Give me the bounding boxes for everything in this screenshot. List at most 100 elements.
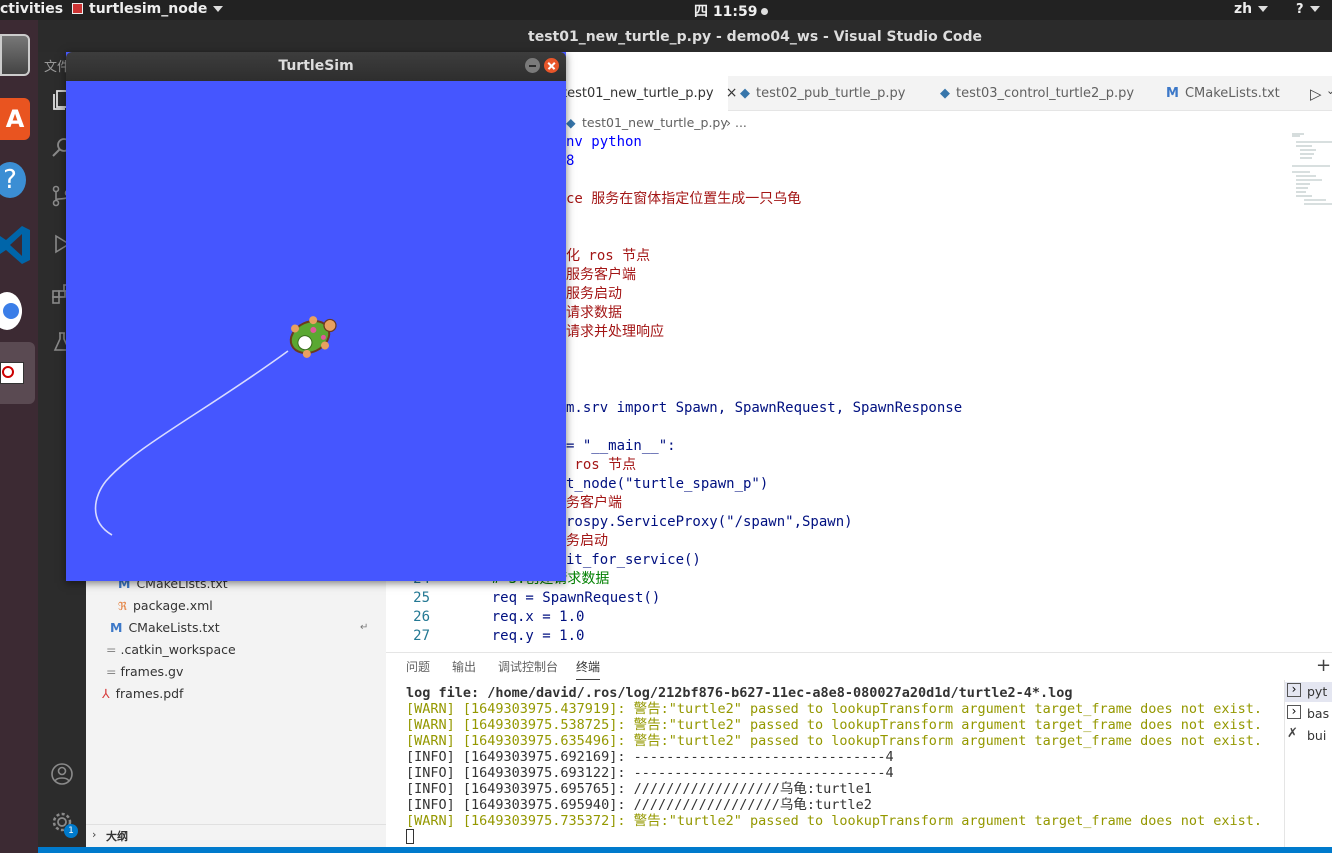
terminal-list-item[interactable]: › bas (1285, 704, 1332, 724)
tree-item-label: frames.pdf (115, 686, 184, 701)
terminal-icon: › (1287, 705, 1301, 719)
window-title: test01_new_turtle_p.py - demo04_ws - Vis… (528, 29, 982, 45)
rss-xml-icon: ℜ (118, 600, 127, 613)
add-terminal-icon[interactable]: + (1316, 655, 1331, 676)
outline-label: 大纲 (106, 830, 128, 843)
text-file-icon: = (106, 642, 117, 657)
tab-problems[interactable]: 问题 (406, 658, 430, 675)
turtlesim-icon[interactable] (0, 342, 35, 404)
code-line: 化 ros 节点 (566, 247, 650, 266)
tree-item-label: .catkin_workspace (120, 642, 236, 657)
python-file-icon: ◆ (740, 86, 750, 101)
code-line: ce 服务在窗体指定位置生成一只乌龟 (566, 190, 801, 209)
terminal-line: [INFO] [1649303975.693122]: ------------… (406, 765, 894, 781)
close-icon[interactable] (544, 58, 559, 73)
line-number: 27 (413, 628, 430, 644)
help-icon: ? (1296, 2, 1304, 17)
terminal-name: bui (1307, 728, 1327, 743)
minimize-icon[interactable] (525, 58, 540, 73)
chevron-down-icon[interactable]: ⌄ (1326, 84, 1332, 97)
tree-item[interactable]: ℜpackage.xml (118, 598, 213, 613)
terminal-line: log file: /home/david/.ros/log/212bf876-… (406, 685, 1073, 701)
app-menu-label: turtlesim_node (89, 1, 208, 17)
code-text: rospy.ServiceProxy("/spawn",Spawn) (566, 514, 853, 530)
turtlesim-canvas (66, 81, 566, 581)
tab-test02[interactable]: ◆ test02_pub_turtle_p.py (728, 76, 928, 111)
language-indicator[interactable]: zh (1234, 1, 1269, 17)
terminal-line: [WARN] [1649303975.538725]: 警告:"turtle2"… (406, 717, 1263, 733)
chrome-icon[interactable] (0, 292, 22, 330)
tab-label: test01_new_turtle_p.py (562, 86, 714, 101)
tab-debug-console[interactable]: 调试控制台 (498, 658, 558, 675)
pdf-file-icon: ⅄ (102, 686, 110, 701)
code-line: = "__main__": (566, 437, 676, 456)
tree-item-label: frames.gv (120, 664, 184, 679)
code-line: 请求并处理响应 (566, 323, 664, 342)
text-file-icon: = (106, 664, 117, 679)
app-menu[interactable]: turtlesim_node (72, 1, 224, 17)
terminal-list: › pyt › bas ✗ bui (1284, 680, 1332, 847)
breadcrumb-rest[interactable]: › ... (726, 112, 747, 134)
activities-button[interactable]: ctivities (0, 1, 63, 17)
code-text: 化 ros 节点 (566, 248, 651, 264)
tab-label: test02_pub_turtle_p.py (756, 86, 906, 101)
minimap[interactable] (1290, 132, 1332, 212)
tree-item[interactable]: ⅄ frames.pdf (102, 686, 183, 701)
code-text: 请求并处理响应 (566, 324, 664, 340)
tree-item[interactable]: = .catkin_workspace (106, 642, 236, 657)
terminal-line: [WARN] [1649303975.437919]: 警告:"turtle2"… (406, 701, 1263, 717)
bottom-panel: 问题 输出 调试控制台 终端 + log file: /home/david/.… (386, 652, 1332, 847)
tools-icon: ✗ (1287, 726, 1298, 741)
terminal-line: [INFO] [1649303975.692169]: ------------… (406, 749, 894, 765)
code-line: 服务客户端 (566, 266, 636, 285)
vscode-icon[interactable] (0, 224, 30, 266)
code-text: req.y = 1.0 (458, 628, 585, 644)
code-line: it_for_service() (566, 551, 701, 570)
code-line: 25 req = SpawnRequest() (386, 589, 660, 608)
terminal-list-item[interactable]: › pyt (1285, 682, 1332, 702)
software-icon[interactable]: A (0, 98, 30, 140)
dock: A ? (0, 20, 38, 853)
tab-output[interactable]: 输出 (452, 658, 476, 675)
code-line: rospy.ServiceProxy("/spawn",Spawn) (566, 513, 853, 532)
tree-item-label: CMakeLists.txt (128, 620, 220, 635)
line-number: 26 (413, 609, 430, 625)
settings-badge: 1 (64, 824, 78, 838)
breadcrumb-file[interactable]: test01_new_turtle_p.py (582, 112, 728, 134)
code-text: nv python (566, 134, 642, 150)
tab-label: CMakeLists.txt (1184, 86, 1280, 101)
code-line: nv python (566, 133, 642, 152)
code-text: 8 (566, 153, 575, 169)
python-file-icon: ◆ (566, 115, 576, 130)
files-icon[interactable] (0, 34, 30, 76)
terminal-icon: › (1287, 683, 1301, 697)
code-line: 务客户端 (566, 494, 622, 513)
tree-item[interactable]: M CMakeLists.txt (110, 620, 220, 635)
code-text: req.x = 1.0 (458, 609, 585, 625)
symlink-icon: ↵ (360, 622, 369, 633)
tab-test03[interactable]: ◆ test03_control_turtle2_p.py (928, 76, 1154, 111)
code-text: ce 服务在窗体指定位置生成一只乌龟 (566, 191, 802, 207)
code-line: 8 (566, 152, 574, 171)
tab-cmakelists[interactable]: M CMakeLists.txt (1154, 76, 1294, 111)
tree-item[interactable]: = frames.gv (106, 664, 183, 679)
settings-gear-icon[interactable]: 1 (50, 810, 78, 838)
cmake-file-icon: M (1166, 86, 1179, 101)
tab-terminal[interactable]: 终端 (576, 658, 601, 680)
code-line: 务启动 (566, 532, 608, 551)
terminal-line: [INFO] [1649303975.695940]: ////////////… (406, 797, 872, 813)
python-file-icon: ◆ (940, 86, 950, 101)
help-icon[interactable]: ? (0, 162, 26, 198)
language-label: zh (1234, 1, 1253, 17)
tree-item-label: package.xml (132, 598, 213, 613)
system-menu[interactable]: ? (1296, 1, 1320, 17)
terminal-list-item[interactable]: ✗ bui (1285, 726, 1332, 746)
account-icon[interactable] (50, 762, 74, 786)
chevron-down-icon (1258, 6, 1269, 12)
outline-section-header[interactable]: › 大纲 (86, 824, 386, 846)
clock[interactable]: 四 11:59 (694, 1, 769, 21)
run-icon[interactable]: ▷ (1310, 85, 1322, 103)
ubuntu-top-bar: ctivities turtlesim_node 四 11:59 zh ? (0, 0, 1332, 20)
code-text: 务启动 (566, 533, 608, 549)
turtlesim-title-bar[interactable]: TurtleSim (66, 52, 566, 81)
